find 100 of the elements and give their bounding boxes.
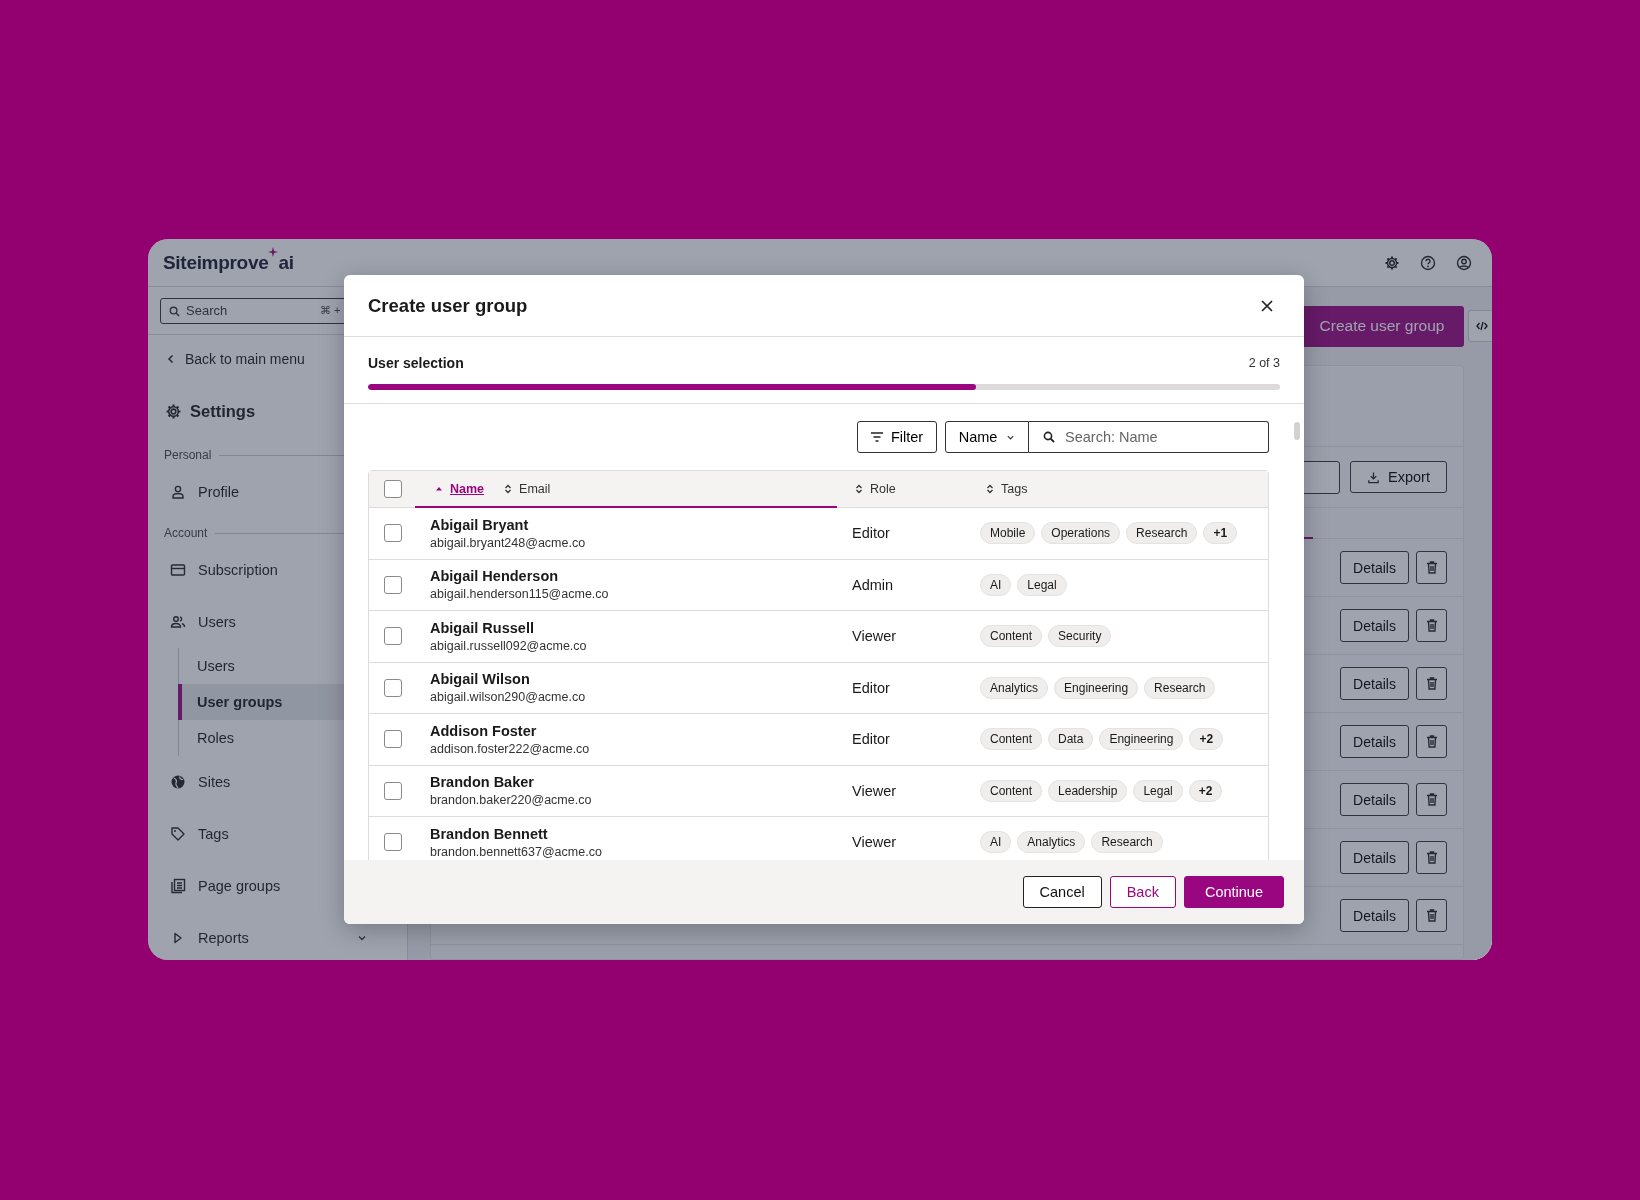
search-field[interactable]: Search: Name xyxy=(1029,421,1269,453)
tag-chip: Research xyxy=(1126,522,1198,545)
nav-item[interactable]: Profile xyxy=(148,466,407,518)
field-dropdown[interactable]: Name xyxy=(945,421,1029,453)
tag-chip: Security xyxy=(1048,625,1112,648)
filter-button[interactable]: Filter xyxy=(857,421,937,453)
details-button[interactable]: Details xyxy=(1340,667,1409,700)
user-name: Abigail Henderson xyxy=(430,568,560,585)
trash-icon xyxy=(1425,909,1438,922)
user-role: Viewer xyxy=(852,628,897,645)
delete-button[interactable] xyxy=(1416,551,1447,584)
row-checkbox[interactable] xyxy=(384,678,402,697)
user-icon[interactable] xyxy=(1456,254,1472,271)
tag-icon xyxy=(170,826,186,842)
tag-chip: AI xyxy=(980,831,1012,854)
nav-item[interactable]: Users xyxy=(148,596,407,648)
delete-button[interactable] xyxy=(1416,725,1447,758)
row-checkbox[interactable] xyxy=(384,627,402,646)
details-button[interactable]: Details xyxy=(1340,551,1409,584)
code-button[interactable] xyxy=(1468,310,1492,342)
search-icon xyxy=(1043,431,1055,443)
name-column-header[interactable]: Name xyxy=(435,482,485,496)
delete-button[interactable] xyxy=(1416,841,1447,874)
details-button[interactable]: Details xyxy=(1340,841,1409,874)
tag-chip: Leadership xyxy=(1048,779,1128,802)
user-role: Viewer xyxy=(852,782,897,799)
tag-chip: Research xyxy=(1144,676,1216,699)
tag-chip: Content xyxy=(980,779,1043,802)
delete-button[interactable] xyxy=(1416,899,1447,932)
user-role: Editor xyxy=(852,731,890,748)
close-icon[interactable] xyxy=(1260,298,1274,313)
details-button[interactable]: Details xyxy=(1340,899,1409,932)
user-email: addison.foster222@acme.co xyxy=(430,741,591,756)
back-button[interactable]: Back xyxy=(1109,876,1176,908)
export-button[interactable]: Export xyxy=(1350,461,1447,493)
logo-suffix: ai xyxy=(278,251,294,274)
chevron-left-icon xyxy=(166,354,176,364)
trash-icon xyxy=(1425,793,1438,806)
settings-icon xyxy=(165,403,182,420)
row-checkbox[interactable] xyxy=(384,833,402,852)
more-tags-count: +2 xyxy=(1188,779,1223,802)
delete-button[interactable] xyxy=(1416,783,1447,816)
globe-icon xyxy=(170,774,186,790)
help-icon[interactable] xyxy=(1420,254,1436,271)
delete-button[interactable] xyxy=(1416,609,1447,642)
user-role: Viewer xyxy=(852,834,897,851)
tag-chip: Mobile xyxy=(980,522,1036,545)
tag-chip: Analytics xyxy=(980,676,1049,699)
more-tags-count: +1 xyxy=(1203,522,1238,545)
row-checkbox[interactable] xyxy=(384,575,402,594)
delete-button[interactable] xyxy=(1416,667,1447,700)
trash-icon xyxy=(1425,677,1438,690)
tags-column-header[interactable]: Tags xyxy=(986,482,1028,496)
tag-chip: Engineering xyxy=(1099,728,1184,751)
tag-chip: Content xyxy=(980,625,1043,648)
user-email: brandon.bennett637@acme.co xyxy=(430,844,603,859)
tag-chip: Data xyxy=(1048,728,1094,751)
row-checkbox[interactable] xyxy=(384,781,402,800)
role-column-header[interactable]: Role xyxy=(855,482,896,496)
user-name: Brandon Baker xyxy=(430,774,535,791)
nav-item[interactable]: Page groups xyxy=(148,860,407,912)
tag-chip: Operations xyxy=(1041,522,1121,545)
user-role: Editor xyxy=(852,525,890,542)
user-email: brandon.baker220@acme.co xyxy=(430,793,593,808)
person-icon xyxy=(170,484,186,500)
trash-icon xyxy=(1425,851,1438,864)
nav-item[interactable]: Subscription xyxy=(148,544,407,596)
user-name: Abigail Wilson xyxy=(430,671,531,688)
section-label: Account xyxy=(164,526,208,540)
email-column-header[interactable]: Email xyxy=(504,482,551,496)
pages-icon xyxy=(170,878,186,894)
scrollbar-thumb[interactable] xyxy=(1294,422,1300,440)
step-label: User selection xyxy=(368,355,464,371)
step-count: 2 of 3 xyxy=(1248,356,1280,370)
nav-item[interactable]: Sites xyxy=(148,756,407,808)
filter-icon xyxy=(870,432,883,442)
tag-chip: Content xyxy=(980,728,1043,751)
user-email: abigail.wilson290@acme.co xyxy=(430,690,587,705)
card-icon xyxy=(170,562,186,578)
nav-item[interactable]: Tags xyxy=(148,808,407,860)
user-email: abigail.henderson115@acme.co xyxy=(430,587,610,602)
code-icon xyxy=(1476,320,1488,332)
sparkle-icon xyxy=(268,246,279,257)
trash-icon xyxy=(1425,619,1438,632)
row-checkbox[interactable] xyxy=(384,730,402,749)
user-name: Abigail Bryant xyxy=(430,516,530,533)
details-button[interactable]: Details xyxy=(1340,609,1409,642)
tag-chip: Research xyxy=(1091,831,1163,854)
tag-chip: Analytics xyxy=(1017,831,1086,854)
select-all-checkbox[interactable] xyxy=(384,480,402,498)
nav-item[interactable]: Reports xyxy=(148,912,407,960)
people-icon xyxy=(170,614,186,630)
settings-icon[interactable] xyxy=(1384,254,1400,271)
details-button[interactable]: Details xyxy=(1340,783,1409,816)
continue-button[interactable]: Continue xyxy=(1183,876,1284,908)
cancel-button[interactable]: Cancel xyxy=(1022,876,1102,908)
details-button[interactable]: Details xyxy=(1340,725,1409,758)
row-checkbox[interactable] xyxy=(384,524,402,543)
tag-chip: Legal xyxy=(1133,779,1183,802)
download-icon xyxy=(1367,470,1381,484)
